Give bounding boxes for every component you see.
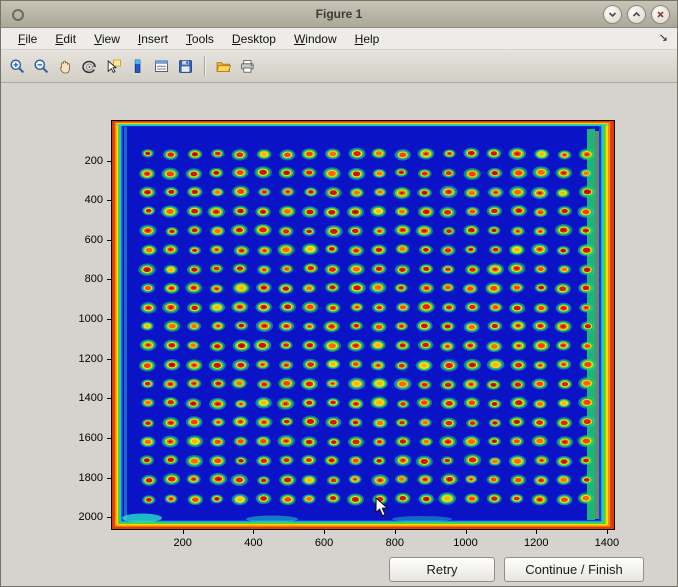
titlebar[interactable]: Figure 1 [1,1,677,28]
zoom-out-button[interactable] [30,54,53,78]
save-icon [177,58,194,75]
x-tick-mark [466,529,467,534]
print-icon [239,58,256,75]
y-tick-mark [107,240,112,241]
y-tick-label: 400 [85,194,103,206]
menu-insert[interactable]: Insert [129,32,177,46]
menu-overflow-icon[interactable]: ↘ [659,31,668,44]
y-tick-label: 1400 [79,392,103,404]
figure-window: Figure 1 File Edit View Insert Tools Des… [0,0,678,587]
menubar: File Edit View Insert Tools Desktop Wind… [1,28,677,50]
y-tick-label: 1800 [79,472,103,484]
x-tick-label: 400 [244,537,262,549]
print-button[interactable] [236,54,259,78]
window-title: Figure 1 [1,1,677,27]
x-tick-label: 1400 [595,537,619,549]
menu-desktop[interactable]: Desktop [223,32,285,46]
close-button[interactable] [651,5,670,24]
insert-legend-button[interactable] [150,54,173,78]
insert-colorbar-button[interactable] [126,54,149,78]
x-tick-mark [536,529,537,534]
open-file-button[interactable] [212,54,235,78]
y-tick-mark [107,517,112,518]
x-tick-mark [253,529,254,534]
chevron-down-icon [607,9,618,20]
y-tick-mark [107,359,112,360]
y-tick-label: 1000 [79,313,103,325]
menu-view[interactable]: View [85,32,129,46]
y-tick-mark [107,319,112,320]
legend-icon [153,58,170,75]
data-cursor-button[interactable] [102,54,125,78]
colorbar-icon [129,58,146,75]
rotate-3d-button[interactable] [78,54,101,78]
x-tick-label: 600 [315,537,333,549]
y-tick-mark [107,438,112,439]
y-tick-mark [107,478,112,479]
y-tick-mark [107,200,112,201]
menu-window[interactable]: Window [285,32,346,46]
menu-help[interactable]: Help [346,32,389,46]
y-tick-mark [107,398,112,399]
retry-button[interactable]: Retry [389,557,495,582]
maximize-button[interactable] [627,5,646,24]
x-tick-label: 200 [174,537,192,549]
y-tick-label: 1200 [79,353,103,365]
minimize-button[interactable] [603,5,622,24]
y-tick-label: 1600 [79,432,103,444]
x-tick-mark [607,529,608,534]
zoom-in-icon [9,58,26,75]
figure-canvas: 200 400 600 800 1000 1200 1400 1600 1800 2000 200 4… [1,83,677,586]
open-folder-icon [215,58,232,75]
y-tick-label: 200 [85,155,103,167]
y-tick-label: 800 [85,273,103,285]
figure-toolbar [1,50,677,83]
zoom-out-icon [33,58,50,75]
y-tick-mark [107,161,112,162]
y-tick-mark [107,279,112,280]
menu-tools[interactable]: Tools [177,32,223,46]
x-tick-mark [183,529,184,534]
toolbar-separator [204,56,205,76]
x-tick-label: 800 [386,537,404,549]
x-tick-label: 1000 [453,537,477,549]
x-tick-label: 1200 [524,537,548,549]
menu-edit[interactable]: Edit [46,32,85,46]
data-cursor-icon [105,58,122,75]
plot-area: 2004006008001000120014001600180020002004… [111,120,615,530]
menu-file[interactable]: File [9,32,46,46]
x-tick-mark [324,529,325,534]
close-icon [655,9,666,20]
rotate-3d-icon [81,58,98,75]
zoom-in-button[interactable] [6,54,29,78]
pan-hand-icon [57,58,74,75]
y-tick-label: 600 [85,234,103,246]
heatmap-image[interactable] [112,121,614,529]
continue-finish-button[interactable]: Continue / Finish [504,557,644,582]
pan-button[interactable] [54,54,77,78]
save-button[interactable] [174,54,197,78]
chevron-up-icon [631,9,642,20]
x-tick-mark [395,529,396,534]
window-controls [603,5,670,24]
y-tick-label: 2000 [79,511,103,523]
